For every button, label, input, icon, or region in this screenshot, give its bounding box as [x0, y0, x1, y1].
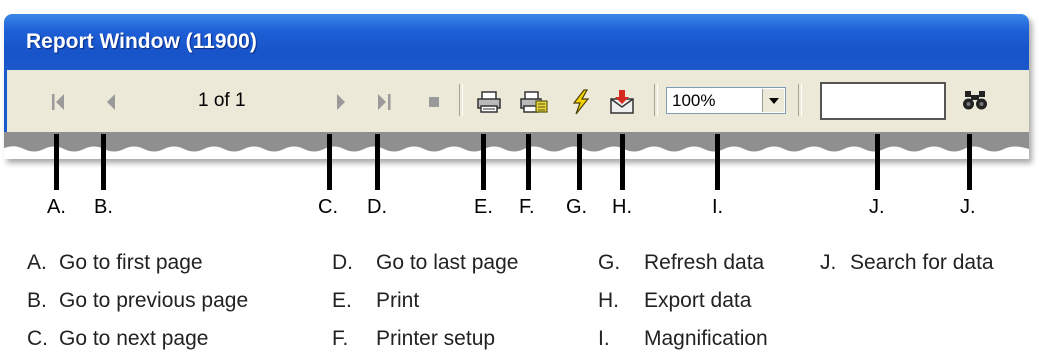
export-button[interactable]: [608, 88, 636, 116]
legend-letter: J.: [820, 251, 837, 274]
legend-item: D. Go to last page: [332, 251, 518, 275]
printer-setup-button[interactable]: [520, 88, 548, 116]
toolbar-separator: [654, 84, 658, 116]
callout-label: H.: [612, 196, 632, 218]
callout-label: J.: [869, 196, 885, 218]
callout-label: C.: [318, 196, 338, 218]
window-title: Report Window (11900): [26, 30, 257, 53]
legend-text: Export data: [644, 289, 752, 312]
legend-item: F. Printer setup: [332, 327, 495, 351]
next-page-icon: [337, 94, 345, 110]
callout-pointer: [481, 134, 486, 190]
legend-letter: E.: [332, 289, 352, 312]
magnification-dropdown-button[interactable]: [762, 89, 784, 112]
previous-page-icon: [107, 94, 115, 110]
callout-pointer: [375, 134, 380, 190]
legend-item: G. Refresh data: [598, 251, 764, 275]
legend-text: Magnification: [644, 327, 768, 350]
page-indicator: 1 of 1: [198, 90, 246, 111]
legend-letter: F.: [332, 327, 349, 350]
callout-label: G.: [566, 196, 588, 218]
printer-icon: [477, 91, 501, 113]
print-button[interactable]: [475, 88, 503, 116]
legend-item: H. Export data: [598, 289, 751, 313]
callout-label: A.: [47, 196, 66, 218]
legend-text: Refresh data: [644, 251, 765, 274]
callout-label: D.: [367, 196, 387, 218]
legend-text: Printer setup: [376, 327, 496, 350]
last-page-icon: [378, 94, 391, 110]
callout-label: I.: [712, 196, 724, 218]
legend-item: J. Search for data: [820, 251, 994, 275]
legend-text: Go to last page: [376, 251, 519, 274]
search-input[interactable]: [820, 82, 946, 120]
legend-letter: H.: [598, 289, 619, 312]
legend-letter: G.: [598, 251, 621, 274]
last-page-button[interactable]: [370, 88, 398, 116]
legend-letter: I.: [598, 327, 610, 350]
callout-pointer: [577, 134, 582, 190]
binoculars-icon: [963, 91, 987, 110]
callout-label: E.: [474, 196, 493, 218]
report-toolbar: 1 of 1 100%: [4, 70, 1029, 132]
callout-label: J.: [960, 196, 976, 218]
callout-pointer: [526, 134, 531, 190]
callout-pointer: [715, 134, 720, 190]
callout-label: F.: [519, 196, 535, 218]
magnification-value: 100%: [672, 91, 716, 110]
legend-text: Go to first page: [59, 251, 203, 274]
toolbar-separator: [459, 84, 463, 116]
refresh-button[interactable]: [567, 88, 595, 116]
callout-label: B.: [94, 196, 113, 218]
magnification-select[interactable]: 100%: [666, 87, 786, 114]
legend-item: E. Print: [332, 289, 419, 313]
legend-text: Print: [376, 289, 420, 312]
chevron-down-icon: [768, 97, 779, 104]
legend-item: C. Go to next page: [27, 327, 208, 351]
legend-item: A. Go to first page: [27, 251, 203, 275]
first-page-button[interactable]: [45, 88, 73, 116]
stop-icon: [429, 97, 439, 107]
lightning-icon: [572, 89, 590, 115]
callout-pointer: [101, 134, 106, 190]
legend-text: Go to next page: [59, 327, 209, 350]
legend-text: Search for data: [850, 251, 994, 274]
legend-letter: D.: [332, 251, 353, 274]
callout-pointer: [620, 134, 625, 190]
callout-pointer: [875, 134, 880, 190]
stop-button[interactable]: [420, 88, 448, 116]
callout-pointer: [327, 134, 332, 190]
callout-pointer: [54, 134, 59, 190]
toolbar-separator: [798, 84, 802, 116]
legend-item: B. Go to previous page: [27, 289, 248, 313]
title-bar: Report Window (11900): [4, 14, 1029, 70]
export-envelope-icon: [610, 90, 634, 114]
legend-letter: B.: [27, 289, 47, 312]
legend-letter: A.: [27, 251, 47, 274]
next-page-button[interactable]: [327, 88, 355, 116]
callout-pointer: [967, 134, 972, 190]
first-page-icon: [52, 94, 64, 110]
legend-item: I. Magnification: [598, 327, 768, 351]
legend-text: Go to previous page: [59, 289, 249, 312]
search-button[interactable]: [961, 86, 989, 114]
previous-page-button[interactable]: [97, 88, 125, 116]
printer-setup-icon: [520, 91, 548, 113]
legend-letter: C.: [27, 327, 48, 350]
